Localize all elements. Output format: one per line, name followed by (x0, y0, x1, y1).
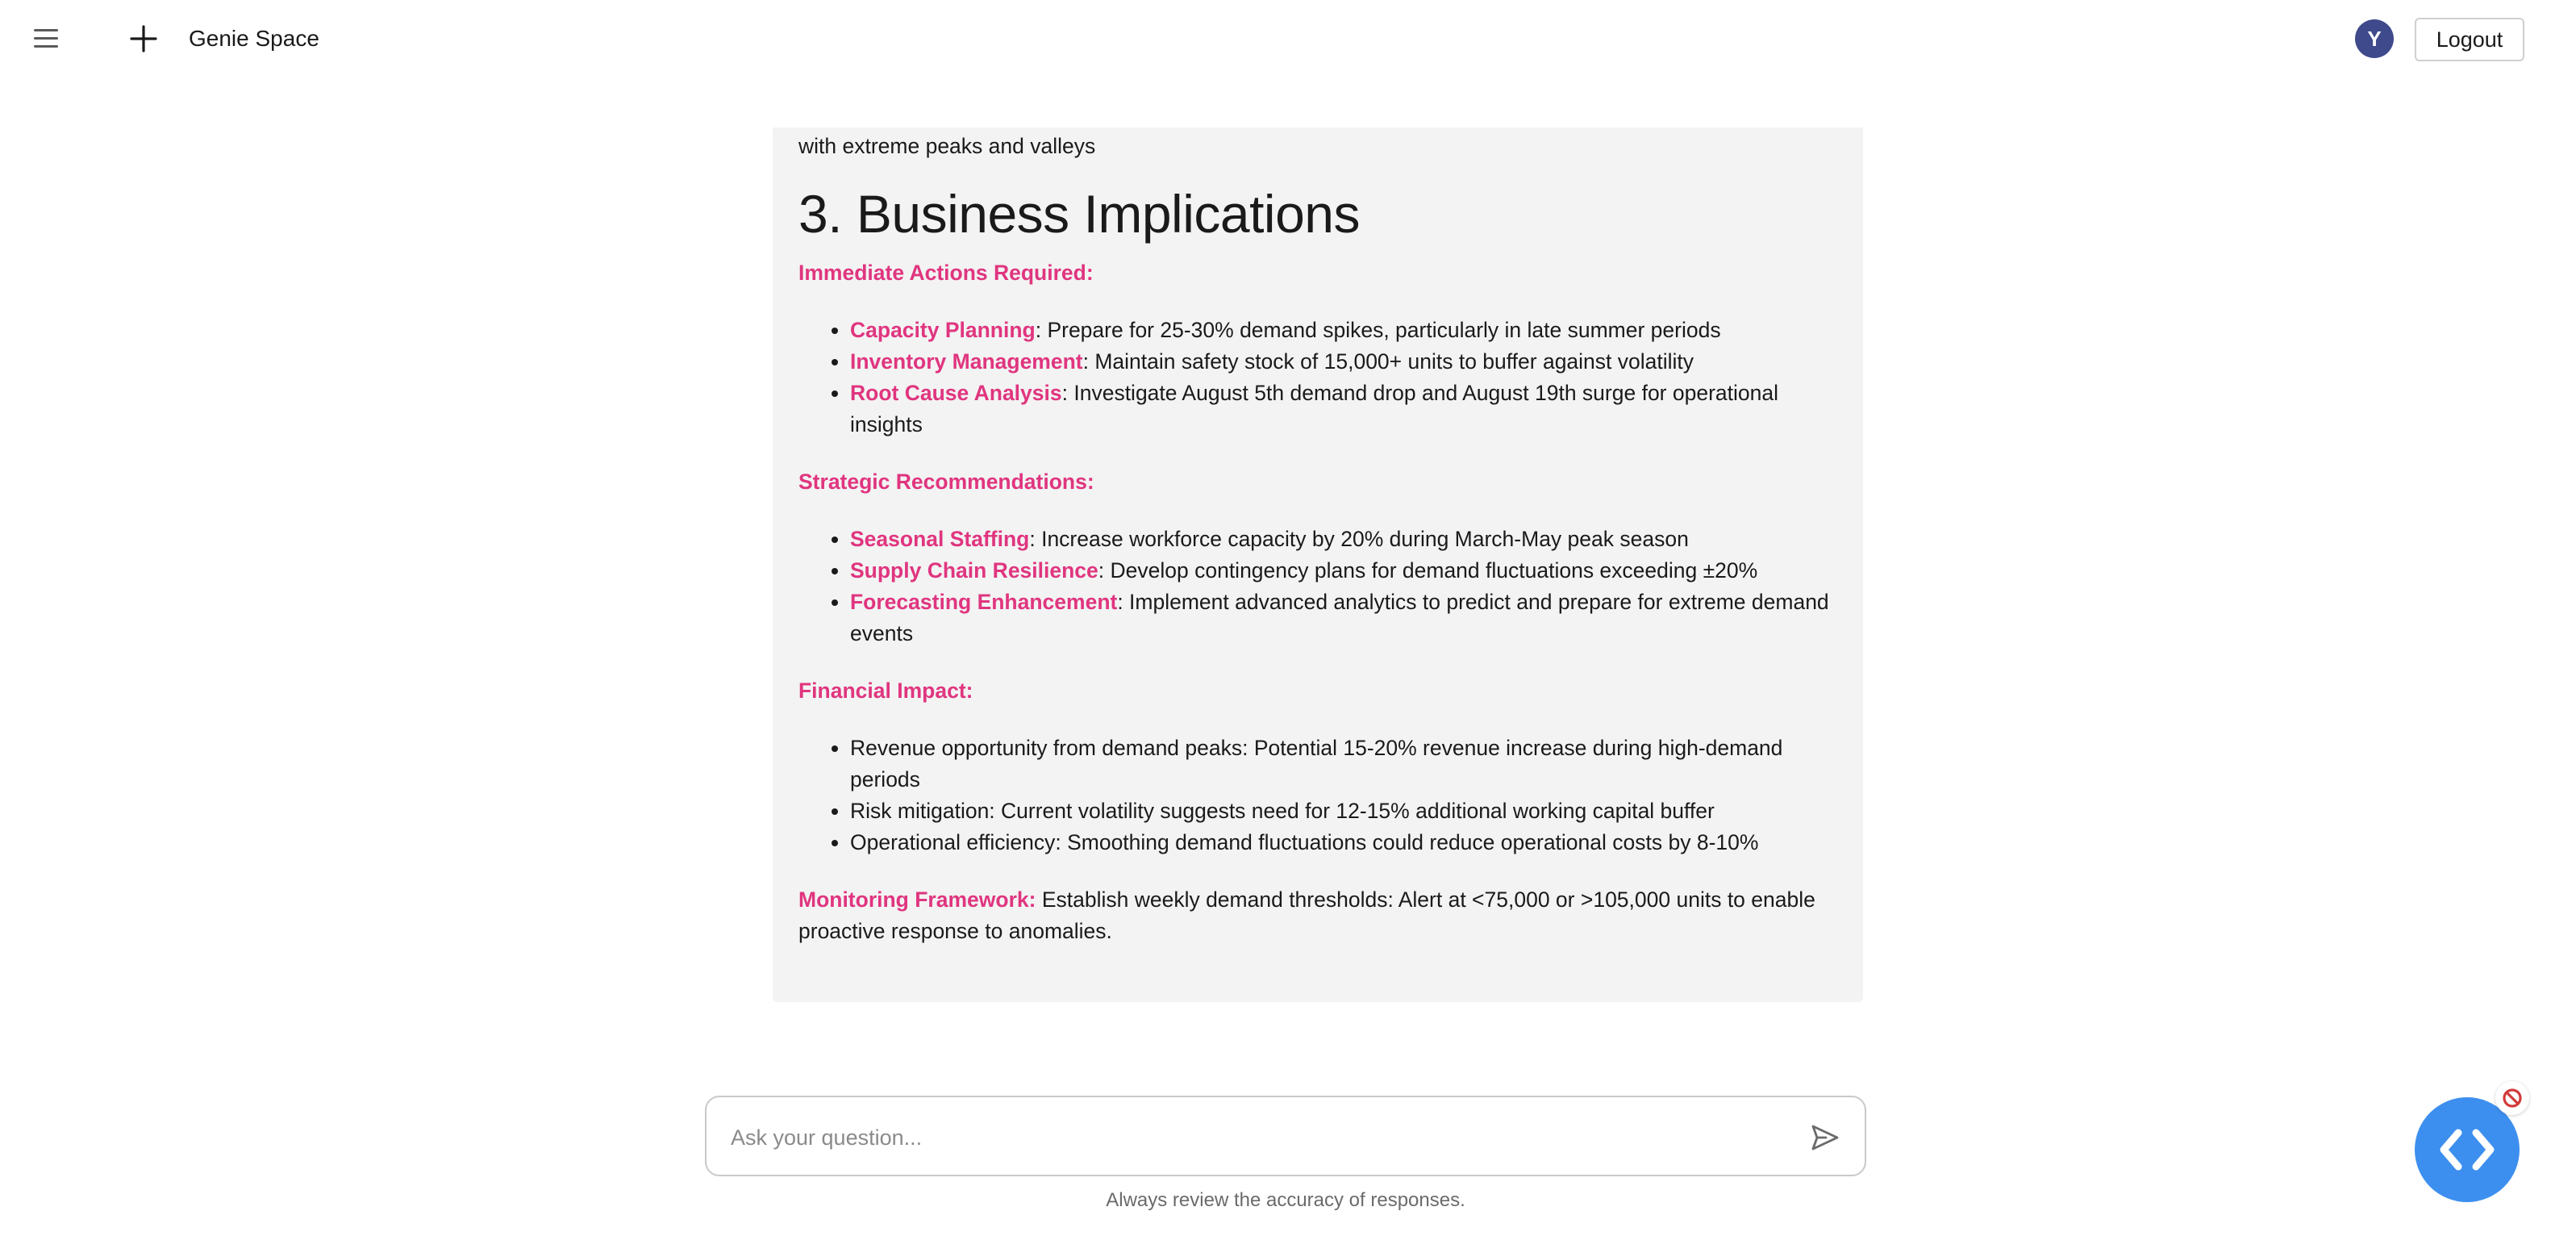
item-label: Capacity Planning (850, 318, 1036, 342)
hamburger-menu-icon[interactable] (31, 24, 63, 53)
item-label: Inventory Management (850, 349, 1083, 374)
top-bar: Genie Space Y Logout (0, 0, 2576, 77)
list-item: Capacity Planning: Prepare for 25-30% de… (850, 315, 1837, 346)
item-label: Forecasting Enhancement (850, 590, 1118, 614)
financial-impact-list: Revenue opportunity from demand peaks: P… (798, 733, 1837, 858)
item-text: : Maintain safety stock of 15,000+ units… (1082, 349, 1694, 374)
question-input[interactable] (729, 1120, 1778, 1155)
item-text: : Increase workforce capacity by 20% dur… (1029, 527, 1689, 551)
logout-button[interactable]: Logout (2415, 18, 2524, 61)
financial-impact-heading: Financial Impact: (798, 679, 973, 703)
list-item: Revenue opportunity from demand peaks: P… (850, 733, 1837, 796)
list-item: Inventory Management: Maintain safety st… (850, 346, 1837, 378)
item-text: : Prepare for 25-30% demand spikes, part… (1035, 318, 1721, 342)
plus-icon[interactable] (127, 23, 160, 55)
strategic-recommendations-heading: Strategic Recommendations: (798, 470, 1094, 494)
list-item: Forecasting Enhancement: Implement advan… (850, 587, 1837, 649)
send-icon[interactable] (1807, 1120, 1842, 1155)
answer-text-line: with extreme peaks and valleys (798, 134, 1096, 158)
answer-message: with extreme peaks and valleys 3. Busine… (773, 127, 1863, 1002)
question-composer (705, 1096, 1866, 1176)
item-label: Supply Chain Resilience (850, 558, 1098, 583)
item-label: Seasonal Staffing (850, 527, 1030, 551)
app-title: Genie Space (189, 26, 319, 51)
list-item: Operational efficiency: Smoothing demand… (850, 827, 1837, 858)
list-item: Supply Chain Resilience: Develop conting… (850, 555, 1837, 587)
immediate-actions-list: Capacity Planning: Prepare for 25-30% de… (798, 315, 1837, 441)
disclaimer-text: Always review the accuracy of responses. (1106, 1189, 1465, 1211)
list-item: Risk mitigation: Current volatility sugg… (850, 796, 1837, 827)
item-text: : Develop contingency plans for demand f… (1098, 558, 1758, 583)
list-item: Seasonal Staffing: Increase workforce ca… (850, 524, 1837, 555)
immediate-actions-heading: Immediate Actions Required: (798, 261, 1094, 285)
prohibited-icon[interactable] (2495, 1081, 2529, 1115)
list-item: Root Cause Analysis: Investigate August … (850, 378, 1837, 441)
section-heading: 3. Business Implications (798, 184, 1361, 244)
strategic-recommendations-list: Seasonal Staffing: Increase workforce ca… (798, 524, 1837, 649)
avatar[interactable]: Y (2355, 19, 2394, 58)
item-label: Root Cause Analysis (850, 381, 1062, 405)
monitoring-framework-paragraph: Monitoring Framework: Establish weekly d… (798, 884, 1837, 947)
monitoring-label: Monitoring Framework: (798, 887, 1036, 912)
